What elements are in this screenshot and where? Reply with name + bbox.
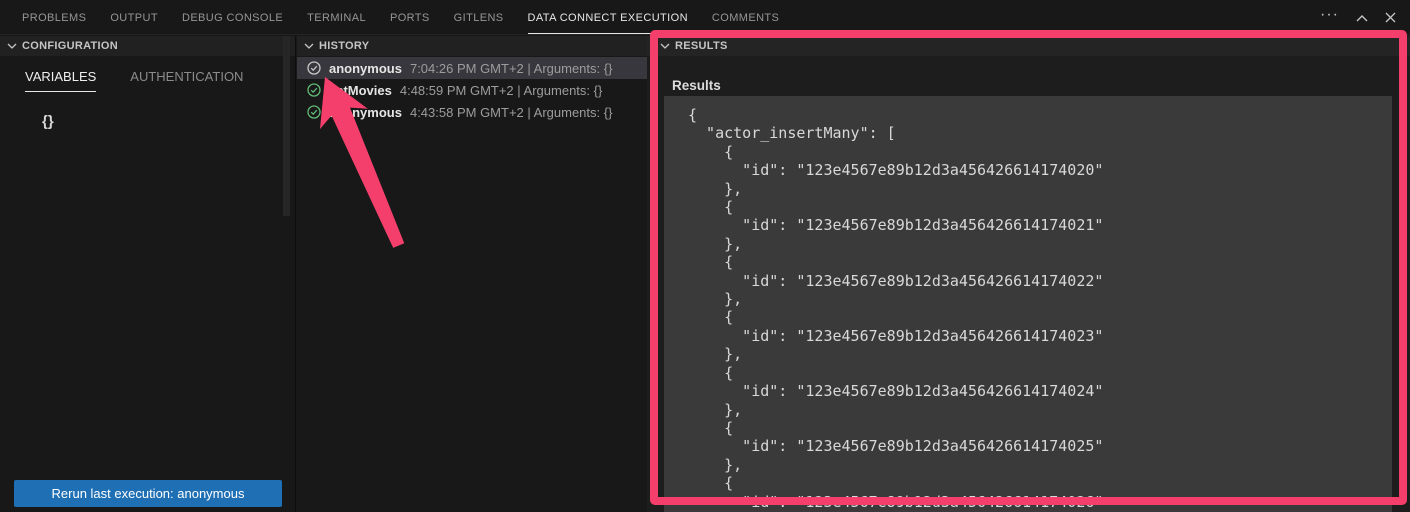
check-circle-icon	[307, 105, 321, 119]
history-title: HISTORY	[319, 40, 369, 52]
tab-gitlens[interactable]: GITLENS	[454, 0, 504, 34]
history-entry-name: listMovies	[329, 83, 392, 98]
history-entry-name: anonymous	[329, 105, 402, 120]
window-controls: ···	[1320, 0, 1396, 35]
rerun-last-execution-button[interactable]: Rerun last execution: anonymous	[14, 480, 282, 507]
variables-value: {}	[42, 113, 295, 130]
tab-debug-console[interactable]: DEBUG CONSOLE	[182, 0, 283, 34]
results-title: RESULTS	[675, 40, 728, 52]
tab-data-connect-execution[interactable]: DATA CONNECT EXECUTION	[528, 0, 688, 34]
more-actions-icon[interactable]: ···	[1320, 10, 1339, 26]
close-panel-icon[interactable]	[1385, 12, 1396, 23]
tab-problems[interactable]: PROBLEMS	[22, 0, 86, 34]
configuration-header[interactable]: CONFIGURATION	[0, 36, 295, 56]
configuration-tabs: VARIABLES AUTHENTICATION	[25, 69, 295, 92]
history-entry-meta: 4:48:59 PM GMT+2 | Arguments: {}	[400, 83, 602, 98]
chevron-down-icon	[304, 43, 314, 49]
maximize-panel-icon[interactable]	[1356, 14, 1368, 22]
results-code-block[interactable]: { "actor_insertMany": [ { "id": "123e456…	[664, 96, 1392, 512]
results-header[interactable]: RESULTS	[647, 36, 1410, 56]
history-entry-meta: 4:43:58 PM GMT+2 | Arguments: {}	[410, 105, 612, 120]
tab-comments[interactable]: COMMENTS	[712, 0, 779, 34]
history-panel: HISTORY anonymous 7:04:26 PM GMT+2 | Arg…	[297, 36, 647, 512]
results-panel: RESULTS Results { "actor_insertMany": [ …	[647, 36, 1410, 512]
config-tab-variables[interactable]: VARIABLES	[25, 69, 96, 92]
configuration-title: CONFIGURATION	[22, 40, 118, 52]
results-label: Results	[672, 78, 721, 93]
history-entry[interactable]: listMovies 4:48:59 PM GMT+2 | Arguments:…	[297, 79, 647, 101]
history-entry[interactable]: anonymous 7:04:26 PM GMT+2 | Arguments: …	[297, 57, 647, 79]
tab-output[interactable]: OUTPUT	[110, 0, 158, 34]
history-list: anonymous 7:04:26 PM GMT+2 | Arguments: …	[297, 57, 647, 123]
history-entry[interactable]: anonymous 4:43:58 PM GMT+2 | Arguments: …	[297, 101, 647, 123]
chevron-down-icon	[660, 43, 670, 49]
configuration-panel: CONFIGURATION VARIABLES AUTHENTICATION {}…	[0, 36, 296, 512]
history-entry-name: anonymous	[329, 61, 402, 76]
check-circle-icon	[307, 83, 321, 97]
config-scrollbar[interactable]	[283, 36, 290, 216]
chevron-down-icon	[7, 43, 17, 49]
tab-terminal[interactable]: TERMINAL	[307, 0, 366, 34]
config-tab-authentication[interactable]: AUTHENTICATION	[130, 69, 243, 92]
history-header[interactable]: HISTORY	[297, 36, 647, 56]
tab-ports[interactable]: PORTS	[390, 0, 430, 34]
check-circle-icon	[307, 61, 321, 75]
panel-tabbar: PROBLEMS OUTPUT DEBUG CONSOLE TERMINAL PORTS…	[0, 0, 1410, 35]
results-json-output: { "actor_insertMany": [ { "id": "123e456…	[688, 106, 1392, 511]
history-entry-meta: 7:04:26 PM GMT+2 | Arguments: {}	[410, 61, 612, 76]
